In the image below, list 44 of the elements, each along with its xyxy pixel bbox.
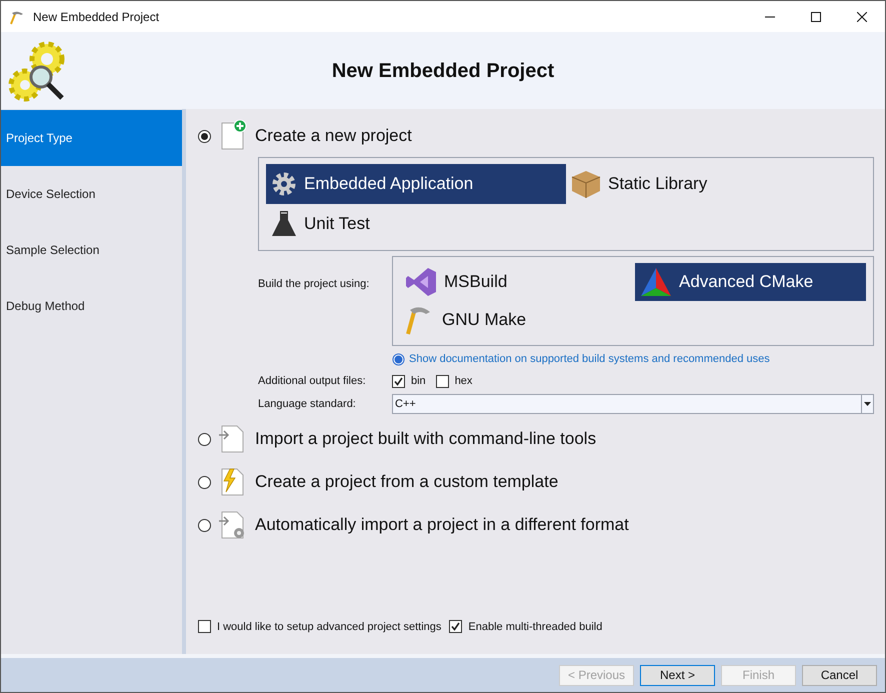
language-dropdown[interactable]: C++ <box>392 394 874 414</box>
build-system-item[interactable]: MSBuild <box>400 263 631 301</box>
radio-button[interactable] <box>198 518 211 532</box>
checkbox[interactable] <box>198 620 211 634</box>
header-title: New Embedded Project <box>330 58 556 84</box>
checkbox-label: hex <box>454 374 472 389</box>
template-tile[interactable]: Static Library <box>566 164 866 204</box>
checkbox[interactable] <box>449 620 462 634</box>
gear-icon <box>270 170 298 198</box>
checkbox-label: I would like to setup advanced project settings <box>217 620 442 634</box>
documentation-link[interactable]: Show documentation on supported build systems and recommended uses <box>409 350 770 368</box>
radio-button[interactable] <box>198 476 211 488</box>
maximize-icon <box>811 12 821 22</box>
template-tile[interactable]: Unit Test <box>266 204 566 244</box>
build-system-item[interactable]: Advanced CMake <box>635 263 866 301</box>
radio-button[interactable] <box>198 432 211 446</box>
dropdown-arrow-icon <box>864 402 871 406</box>
option-label: Create a new project <box>255 125 412 148</box>
checkbox-label: bin <box>411 374 426 389</box>
checkbox[interactable] <box>436 374 449 388</box>
output-files-label: Additional output files: <box>257 374 367 389</box>
triangle-icon <box>639 266 673 298</box>
sidebar-item[interactable]: Device Selection <box>1 166 182 222</box>
template-tile[interactable]: Embedded Application <box>266 164 566 204</box>
option-label: Import a project built with command-line tools <box>255 428 596 450</box>
checkbox[interactable] <box>392 374 405 388</box>
close-icon <box>857 12 867 22</box>
dialog-button[interactable]: Next > <box>640 664 715 686</box>
dialog-button[interactable]: Cancel <box>802 664 877 686</box>
flask-icon <box>270 209 298 239</box>
option-label: Automatically import a project in a different format <box>255 514 629 536</box>
sidebar-item[interactable]: Sample Selection <box>1 222 182 278</box>
hammer-icon <box>9 8 25 24</box>
build-system-item[interactable]: GNU Make <box>400 301 631 339</box>
radio-button[interactable] <box>198 130 211 142</box>
sidebar-item[interactable]: Debug Method <box>1 278 182 334</box>
language-label: Language standard: <box>257 396 357 412</box>
option-label: Create a project from a custom template <box>255 471 558 494</box>
box-icon <box>570 169 602 199</box>
sidebar-item[interactable]: Project Type <box>1 110 182 166</box>
ribbon-icon <box>404 266 438 298</box>
build-label: Build the project using: <box>258 277 370 292</box>
window-title: New Embedded Project <box>33 8 160 26</box>
checkbox-label: Enable multi-threaded build <box>468 620 602 634</box>
